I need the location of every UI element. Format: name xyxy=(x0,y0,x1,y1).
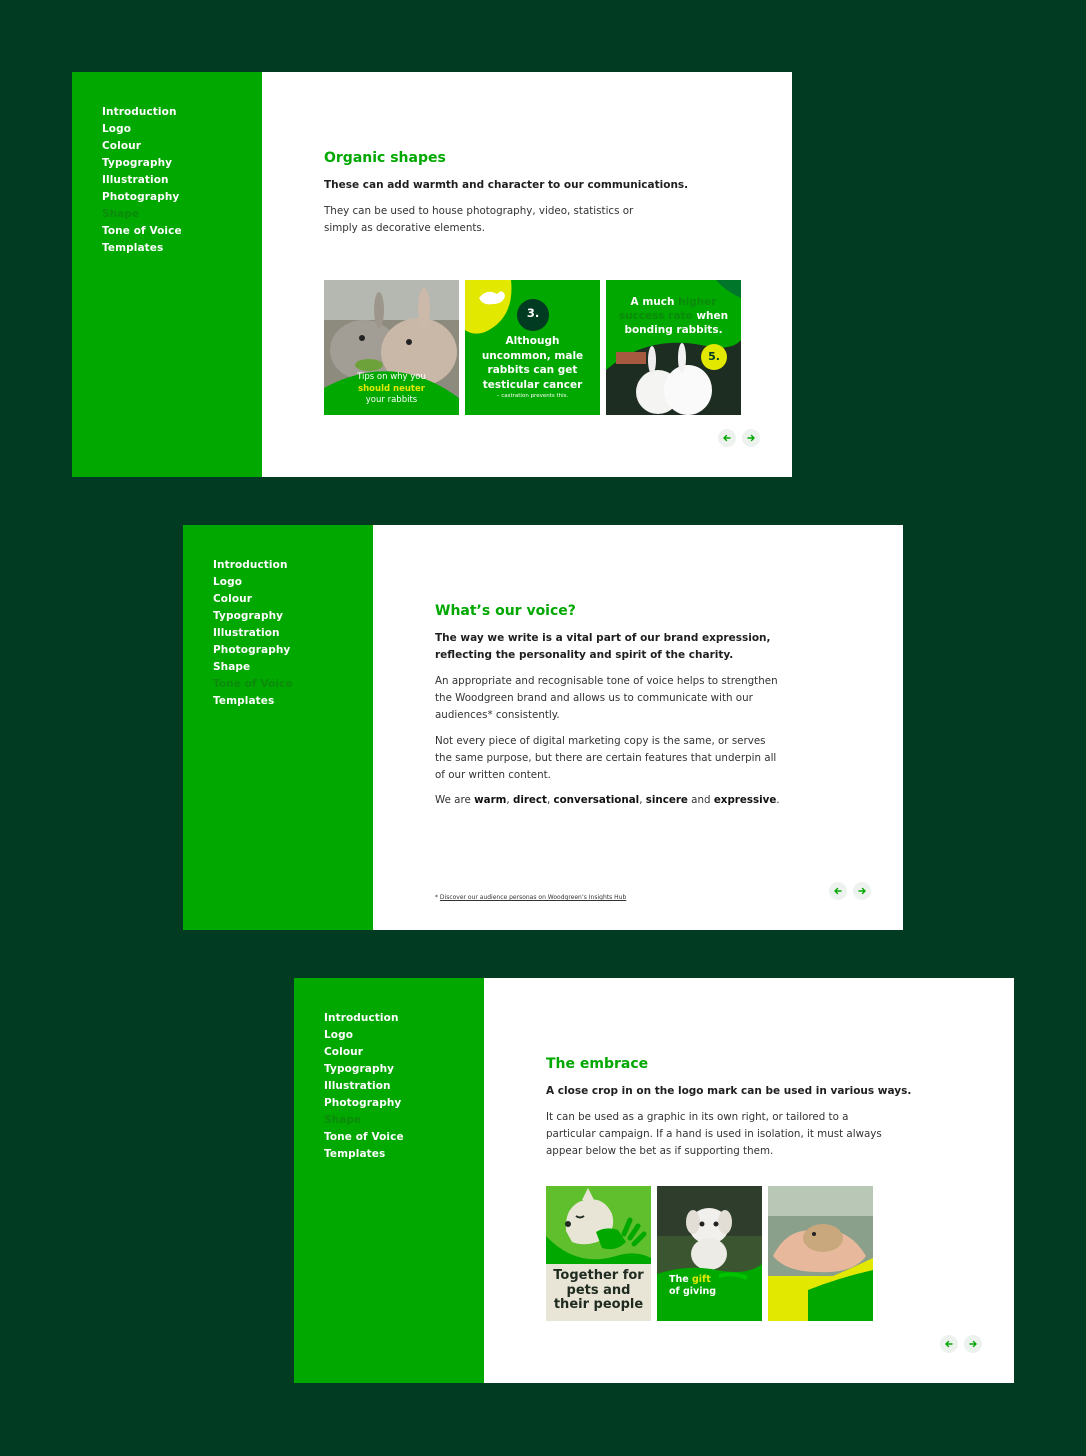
nav-item-templates[interactable]: Templates xyxy=(213,693,293,710)
stat-tile-3: 3. Although uncommon, male rabbits can g… xyxy=(465,280,600,415)
slide-pagination xyxy=(718,429,760,447)
stat-text: Although uncommon, male rabbits can get … xyxy=(481,335,584,391)
nav-item-illustration[interactable]: Illustration xyxy=(213,625,293,642)
sidebar: Introduction Logo Colour Typography Illu… xyxy=(294,978,484,1383)
lead-text: The way we write is a vital part of our … xyxy=(435,632,771,661)
nav-item-templates[interactable]: Templates xyxy=(102,240,182,257)
prev-button[interactable] xyxy=(940,1335,958,1353)
nav-item-logo[interactable]: Logo xyxy=(213,574,293,591)
tile-text: The gift of giving xyxy=(669,1274,717,1297)
nav-item-introduction[interactable]: Introduction xyxy=(213,557,293,574)
next-button[interactable] xyxy=(853,882,871,900)
stat-text: A much higher success rate when bonding … xyxy=(618,296,729,336)
slide-the-embrace: Introduction Logo Colour Typography Illu… xyxy=(294,978,1014,1383)
hamster-photo xyxy=(768,1186,873,1321)
nav-item-introduction[interactable]: Introduction xyxy=(102,104,182,121)
nav-item-colour[interactable]: Colour xyxy=(102,138,182,155)
nav-item-photography[interactable]: Photography xyxy=(213,642,293,659)
nav-item-tone-of-voice[interactable]: Tone of Voice xyxy=(324,1129,404,1146)
sidebar: Introduction Logo Colour Typography Illu… xyxy=(72,72,262,477)
body-paragraph-2: Not every piece of digital marketing cop… xyxy=(435,735,777,781)
nav-item-photography[interactable]: Photography xyxy=(324,1095,404,1112)
nav-item-typography[interactable]: Typography xyxy=(324,1061,404,1078)
nav-item-tone-of-voice[interactable]: Tone of Voice xyxy=(213,676,293,693)
next-button[interactable] xyxy=(964,1335,982,1353)
arrow-right-icon xyxy=(969,1340,977,1348)
nav-item-shape[interactable]: Shape xyxy=(324,1112,404,1129)
tile-text: Together for pets and their people xyxy=(553,1268,644,1312)
footnote: * Discover our audience personas on Wood… xyxy=(435,894,627,901)
slide-content: What’s our voice? The way we write is a … xyxy=(373,525,903,930)
prev-button[interactable] xyxy=(829,882,847,900)
nav-item-templates[interactable]: Templates xyxy=(324,1146,404,1163)
nav-item-shape[interactable]: Shape xyxy=(102,206,182,223)
nav-item-logo[interactable]: Logo xyxy=(102,121,182,138)
hands-hamster-tile xyxy=(768,1186,873,1321)
gift-of-giving-tile: The gift of giving xyxy=(657,1186,762,1321)
slide-content: The embrace A close crop in on the logo … xyxy=(484,978,1014,1383)
nav-item-typography[interactable]: Typography xyxy=(213,608,293,625)
arrow-right-icon xyxy=(858,887,866,895)
arrow-right-icon xyxy=(747,434,755,442)
insights-hub-link[interactable]: Discover our audience personas on Woodgr… xyxy=(440,894,626,901)
stat-tile-5: 5. A much higher success rate when bondi… xyxy=(606,280,741,415)
nav-item-shape[interactable]: Shape xyxy=(213,659,293,676)
arrow-left-icon xyxy=(834,887,842,895)
dog-photo xyxy=(657,1186,762,1321)
nav-item-typography[interactable]: Typography xyxy=(102,155,182,172)
nav-item-illustration[interactable]: Illustration xyxy=(102,172,182,189)
rabbits-photo-tile: Tips on why you should neuter your rabbi… xyxy=(324,280,459,415)
slide-organic-shapes: Introduction Logo Colour Typography Illu… xyxy=(72,72,792,477)
prev-button[interactable] xyxy=(718,429,736,447)
body-paragraph-1: An appropriate and recognisable tone of … xyxy=(435,675,778,721)
page-title: Organic shapes xyxy=(324,150,446,166)
nav-item-logo[interactable]: Logo xyxy=(324,1027,404,1044)
nav-item-illustration[interactable]: Illustration xyxy=(324,1078,404,1095)
embrace-illustration-tile: Together for pets and their people xyxy=(546,1186,651,1321)
body-text: It can be used as a graphic in its own r… xyxy=(546,1111,882,1157)
arrow-left-icon xyxy=(945,1340,953,1348)
lead-text: These can add warmth and character to ou… xyxy=(324,179,689,191)
body-text: They can be used to house photography, v… xyxy=(324,205,634,234)
sidebar-nav: Introduction Logo Colour Typography Illu… xyxy=(102,104,182,257)
sidebar-nav: Introduction Logo Colour Typography Illu… xyxy=(213,557,293,710)
nav-item-colour[interactable]: Colour xyxy=(324,1044,404,1061)
arrow-left-icon xyxy=(723,434,731,442)
lead-text: A close crop in on the logo mark can be … xyxy=(546,1085,912,1097)
nav-item-photography[interactable]: Photography xyxy=(102,189,182,206)
stat-number: 5. xyxy=(708,350,720,363)
body-paragraph-3: We are warm, direct, conversational, sin… xyxy=(435,794,780,806)
stat-caption: – castration prevents this. xyxy=(496,393,569,399)
next-button[interactable] xyxy=(742,429,760,447)
stat-number: 3. xyxy=(526,306,540,320)
page-title: What’s our voice? xyxy=(435,603,576,619)
nav-item-tone-of-voice[interactable]: Tone of Voice xyxy=(102,223,182,240)
nav-item-colour[interactable]: Colour xyxy=(213,591,293,608)
slide-pagination xyxy=(940,1335,982,1353)
slide-whats-our-voice: Introduction Logo Colour Typography Illu… xyxy=(183,525,903,930)
sidebar-nav: Introduction Logo Colour Typography Illu… xyxy=(324,1010,404,1163)
slide-content: Organic shapes These can add warmth and … xyxy=(262,72,792,477)
page-title: The embrace xyxy=(546,1056,649,1072)
sidebar: Introduction Logo Colour Typography Illu… xyxy=(183,525,373,930)
tile-caption: Tips on why you should neuter your rabbi… xyxy=(357,372,426,405)
nav-item-introduction[interactable]: Introduction xyxy=(324,1010,404,1027)
slide-pagination xyxy=(829,882,871,900)
